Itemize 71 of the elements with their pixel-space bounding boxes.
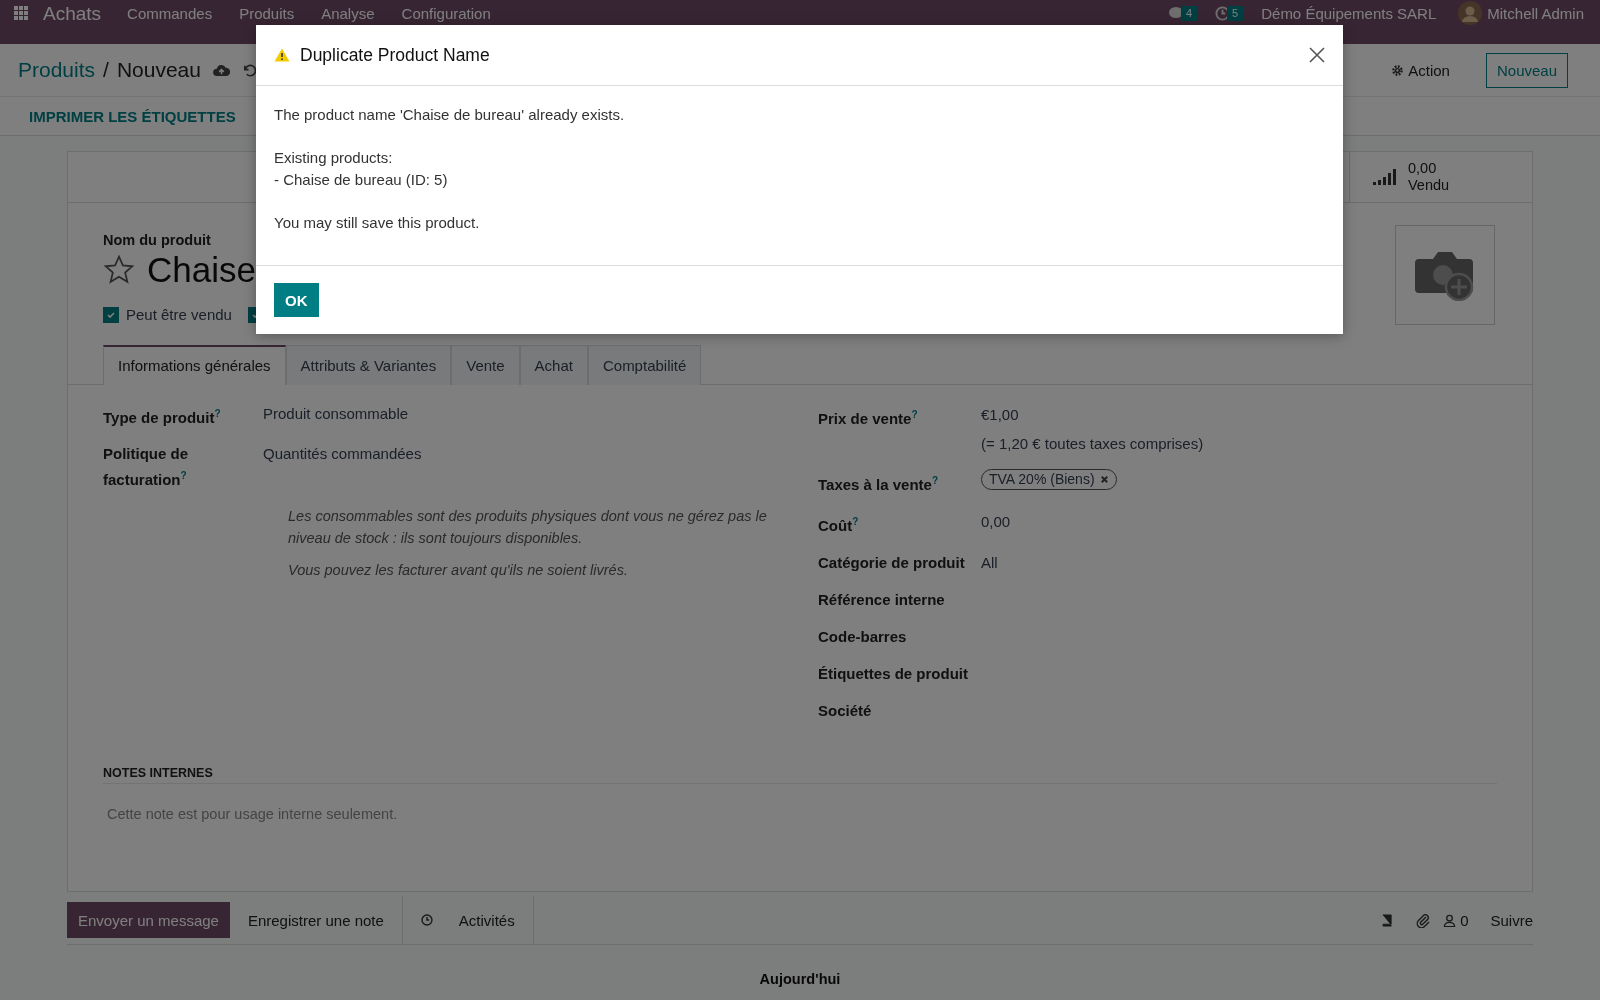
check-icon [106, 309, 116, 320]
dialog-text: Existing products: [274, 148, 394, 168]
field-label: Étiquettes de produit [818, 664, 969, 684]
field-value[interactable]: All [981, 551, 998, 575]
field-label: Société [818, 701, 873, 721]
add-photo-icon [1415, 249, 1475, 301]
field-value[interactable]: 0,00 [981, 510, 1011, 534]
apps-menu-icon[interactable] [14, 5, 29, 21]
field-label: Référence interne [818, 590, 946, 610]
menu-item[interactable]: Produits [239, 4, 295, 22]
tab[interactable]: Informations générales [103, 345, 286, 385]
section-title: NOTES INTERNES [103, 766, 1497, 784]
close-icon[interactable] [1309, 47, 1325, 63]
cloud-upload-icon[interactable] [212, 63, 230, 77]
app-name[interactable]: Achats [43, 4, 102, 22]
send-message-button[interactable]: Envoyer un message [67, 902, 230, 938]
field-value[interactable]: €1,00 [981, 403, 1019, 427]
company-switcher[interactable]: Démo Équipements SARL [1261, 4, 1437, 22]
tab[interactable]: Comptabilité [587, 345, 702, 385]
tax-included-note: (= 1,20 € toutes taxes comprises) [981, 434, 1204, 454]
log-note-button[interactable]: Enregistrer une note [229, 911, 402, 929]
user-menu[interactable]: Mitchell Admin [1487, 4, 1584, 22]
print-labels-button[interactable]: IMPRIMER LES ÉTIQUETTES [18, 107, 247, 125]
field-value[interactable]: Quantités commandées [263, 443, 422, 491]
gear-icon [1391, 63, 1405, 77]
follow-button[interactable]: Suivre [1490, 911, 1533, 929]
breadcrumb-separator: / [103, 58, 109, 82]
dialog-text: - Chaise de bureau (ID: 5) [274, 170, 449, 190]
ok-button[interactable]: OK [274, 283, 319, 317]
image-placeholder[interactable] [1395, 225, 1495, 325]
product-name-field[interactable]: Chaise [147, 250, 256, 290]
tab[interactable]: Attributs & Variantes [285, 345, 452, 385]
tab[interactable]: Vente [451, 345, 520, 385]
sold-stat-button[interactable]: 0,00 Vendu [1349, 152, 1532, 202]
bar-chart-icon [1372, 167, 1398, 187]
field-label: Coût$^{?}$ [818, 515, 860, 536]
action-button[interactable]: Action [1385, 60, 1456, 80]
breadcrumb-link[interactable]: Produits [18, 58, 96, 82]
menu-item[interactable]: Configuration [401, 4, 491, 22]
help-text: Les consommables sont des produits physiques dont vous ne gérez pas le niveau de stock : ils sont toujours disponibles. [288, 507, 768, 548]
activities-button[interactable]: Activités [401, 896, 534, 944]
help-text: Vous pouvez les facturer avant qu'ils ne soient livrés. [288, 561, 629, 580]
menu-item[interactable]: Commandes [127, 4, 213, 22]
clock-icon [420, 914, 433, 926]
new-button[interactable]: Nouveau [1485, 52, 1568, 88]
field-label: Catégorie de produit [818, 553, 966, 573]
date-separator: Aujourd'hui [758, 971, 842, 987]
field-label: Code-barres [818, 627, 908, 647]
checkbox[interactable] [103, 306, 119, 323]
field-label: Taxes à la vente$^{?}$ [818, 474, 940, 495]
warning-icon [274, 48, 290, 62]
checkbox-label: Peut être vendu [126, 306, 232, 323]
notes-field[interactable]: Cette note est pour usage interne seulement. [107, 806, 1497, 822]
dialog-text: You may still save this product. [274, 213, 481, 233]
dialog-text: The product name 'Chaise de bureau' already exists. [274, 105, 626, 125]
avatar-icon[interactable] [1458, 1, 1483, 25]
field-value[interactable]: Produit consommable [263, 403, 409, 429]
field-label: Prix de vente$^{?}$ [818, 408, 919, 429]
field-label: Nom du produit [103, 232, 212, 248]
tab[interactable]: Achat [519, 345, 588, 385]
paperclip-icon[interactable] [1415, 912, 1432, 928]
chat-icon [1167, 6, 1184, 20]
field-label: Type de produit$^{?}$ [103, 407, 222, 428]
star-icon[interactable] [103, 254, 135, 286]
menu-item[interactable]: Analyse [321, 4, 375, 22]
dialog-title: Duplicate Product Name [300, 44, 490, 66]
remove-icon[interactable] [1099, 475, 1109, 484]
field-label: Politique de facturation$^{?}$ [103, 444, 189, 490]
undo-icon[interactable] [241, 62, 257, 78]
breadcrumb-current: Nouveau [116, 58, 201, 82]
followers-button[interactable]: 0 [1443, 911, 1469, 929]
